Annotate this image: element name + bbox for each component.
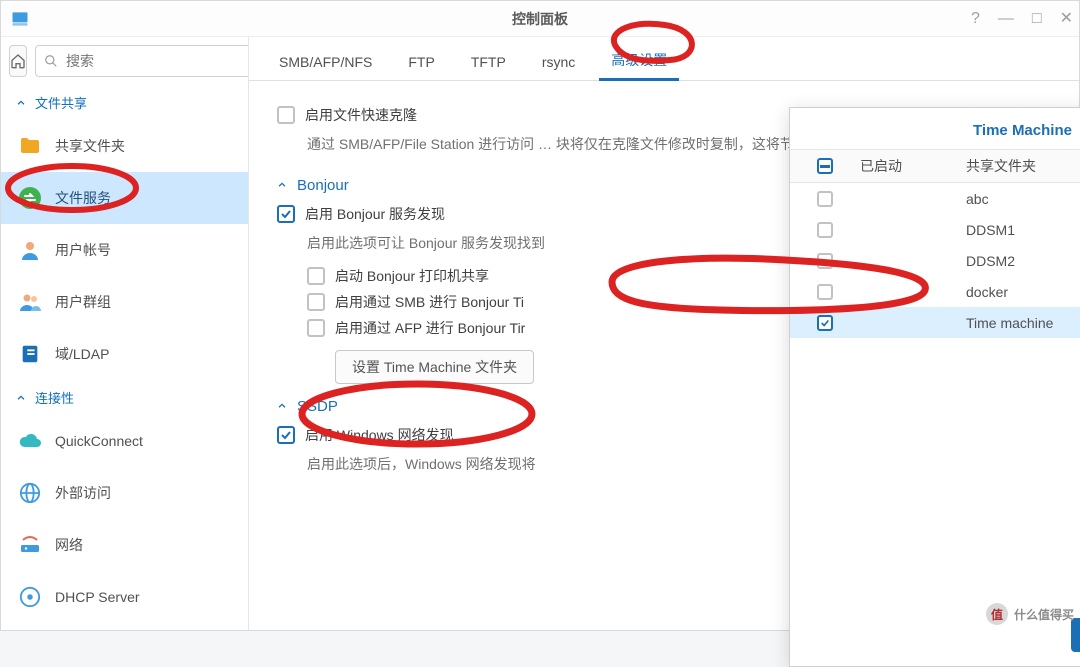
sidebar-section-connectivity[interactable]: 连接性 — [1, 380, 248, 415]
column-enabled[interactable]: 已启动 — [860, 156, 956, 176]
home-button[interactable] — [9, 45, 27, 77]
checkbox-icon[interactable] — [817, 222, 833, 238]
tab-tftp[interactable]: TFTP — [453, 44, 524, 80]
maximize-icon[interactable]: □ — [1032, 11, 1042, 27]
window-title: 控制面板 — [1, 9, 1079, 29]
checkbox-icon — [277, 106, 295, 124]
bonjour-enable-label: 启用 Bonjour 服务发现 — [305, 204, 445, 224]
dialog-row[interactable]: abc — [790, 183, 1080, 214]
book-icon — [17, 341, 43, 367]
sidebar-item-label: 用户帐号 — [55, 240, 111, 260]
dialog-row[interactable]: DDSM2 — [790, 245, 1080, 276]
checkbox-checked-icon[interactable] — [817, 315, 833, 331]
cloud-icon — [17, 428, 43, 454]
checkbox-icon[interactable] — [817, 253, 833, 269]
dialog-row[interactable]: docker — [790, 276, 1080, 307]
checkbox-icon[interactable] — [817, 284, 833, 300]
checkbox-icon — [307, 319, 325, 337]
sidebar-item-quickconnect[interactable]: QuickConnect — [1, 415, 248, 467]
sidebar-item-shared-folder[interactable]: 共享文件夹 — [1, 120, 248, 172]
watermark: 值 什么值得买 — [986, 603, 1074, 625]
help-icon[interactable]: ? — [971, 11, 980, 27]
sidebar-item-file-services[interactable]: 文件服务 — [1, 172, 248, 224]
set-time-machine-button[interactable]: 设置 Time Machine 文件夹 — [335, 350, 534, 384]
main-area: SMB/AFP/NFS FTP TFTP rsync 高级设置 启用文件快速克隆… — [249, 37, 1079, 630]
column-folder[interactable]: 共享文件夹 — [956, 156, 1080, 176]
close-icon[interactable]: ✕ — [1060, 11, 1073, 27]
dialog-row-selected[interactable]: Time machine — [790, 307, 1080, 338]
ssdp-enable-label: 启用 Windows 网络发现 — [305, 425, 454, 445]
sidebar-item-label: 网络 — [55, 535, 83, 555]
watermark-icon: 值 — [986, 603, 1008, 625]
search-bar — [1, 37, 248, 85]
checkbox-checked-icon — [277, 426, 295, 444]
sidebar-item-label: 文件服务 — [55, 188, 111, 208]
folder-icon — [17, 133, 43, 159]
tab-ftp[interactable]: FTP — [390, 44, 452, 80]
tab-advanced[interactable]: 高级设置 — [593, 40, 685, 80]
tab-rsync[interactable]: rsync — [524, 44, 593, 80]
checkbox-icon[interactable] — [817, 191, 833, 207]
sidebar-item-label: 外部访问 — [55, 483, 111, 503]
sidebar-item-label: DHCP Server — [55, 589, 140, 605]
sidebar-section-label: 连接性 — [35, 388, 74, 407]
dialog-grid-header: 已启动 共享文件夹 ⋮ — [790, 149, 1080, 183]
sidebar-section-file-sharing[interactable]: 文件共享 — [1, 85, 248, 120]
user-icon — [17, 237, 43, 263]
router-icon — [17, 532, 43, 558]
sidebar: 文件共享 共享文件夹 文件服务 用户帐号 用户群组 域/LDAP — [1, 37, 249, 630]
chevron-up-icon — [277, 401, 287, 411]
fastclone-label: 启用文件快速克隆 — [305, 105, 417, 125]
sidebar-item-external-access[interactable]: 外部访问 — [1, 467, 248, 519]
sidebar-item-label: 共享文件夹 — [55, 136, 125, 156]
minimize-icon[interactable]: — — [998, 11, 1014, 27]
sidebar-item-ldap[interactable]: 域/LDAP — [1, 328, 248, 380]
checkbox-icon — [307, 267, 325, 285]
search-input[interactable] — [64, 52, 249, 70]
time-machine-dialog: Time Machine 已启动 共享文件夹 ⋮ abc DDSM1 — [789, 107, 1080, 667]
sidebar-item-label: 用户群组 — [55, 292, 111, 312]
tab-smb[interactable]: SMB/AFP/NFS — [261, 44, 390, 80]
titlebar: 控制面板 ? — □ ✕ — [1, 1, 1079, 37]
sidebar-section-label: 文件共享 — [35, 93, 87, 112]
dialog-title: Time Machine — [790, 108, 1080, 149]
dialog-row[interactable]: DDSM1 — [790, 214, 1080, 245]
checkbox-icon — [307, 293, 325, 311]
chevron-up-icon — [15, 392, 27, 404]
control-panel-window: 控制面板 ? — □ ✕ 文件共享 — [0, 0, 1080, 631]
checkbox-checked-icon — [277, 205, 295, 223]
header-checkbox-indeterminate[interactable] — [817, 158, 833, 174]
search-icon — [44, 54, 58, 68]
sidebar-item-network[interactable]: 网络 — [1, 519, 248, 571]
sidebar-item-user[interactable]: 用户帐号 — [1, 224, 248, 276]
group-icon — [17, 289, 43, 315]
window-controls: ? — □ ✕ — [971, 1, 1073, 37]
sidebar-item-label: 域/LDAP — [55, 344, 109, 364]
sidebar-item-group[interactable]: 用户群组 — [1, 276, 248, 328]
search-field[interactable] — [35, 45, 249, 77]
sidebar-item-dhcp[interactable]: DHCP Server — [1, 571, 248, 623]
globe-icon — [17, 480, 43, 506]
chevron-up-icon — [277, 180, 287, 190]
window-body: 文件共享 共享文件夹 文件服务 用户帐号 用户群组 域/LDAP — [1, 37, 1079, 630]
tab-bar: SMB/AFP/NFS FTP TFTP rsync 高级设置 — [249, 37, 1079, 81]
sidebar-item-label: QuickConnect — [55, 433, 143, 449]
dhcp-icon — [17, 584, 43, 610]
chevron-up-icon — [15, 97, 27, 109]
swap-icon — [17, 185, 43, 211]
